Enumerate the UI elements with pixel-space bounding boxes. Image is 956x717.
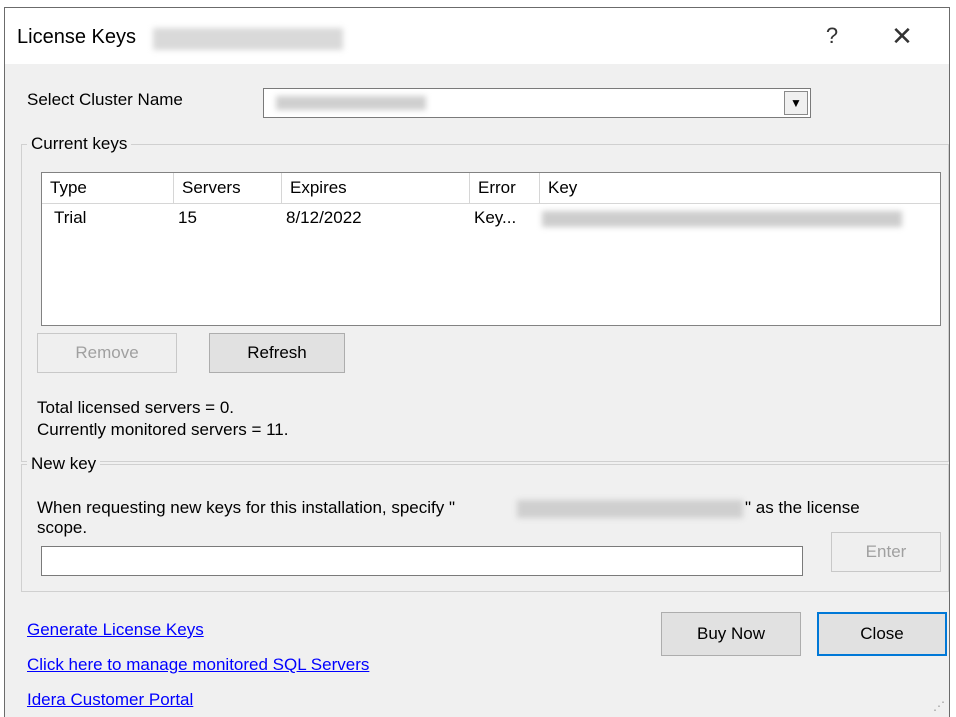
keys-table-header: Type Servers Expires Error Key <box>42 173 940 204</box>
license-keys-dialog: License Keys ? ✕ Select Cluster Name ▼ C… <box>4 7 950 717</box>
customer-portal-link[interactable]: Idera Customer Portal <box>27 690 193 710</box>
title-bar: License Keys ? ✕ <box>5 8 949 64</box>
new-key-instruction-prefix: When requesting new keys for this instal… <box>37 498 456 517</box>
row-servers: 15 <box>178 208 197 227</box>
redacted-license-key <box>542 211 902 227</box>
row-type: Trial <box>54 208 87 227</box>
cluster-select[interactable]: ▼ <box>263 88 811 118</box>
chevron-down-icon[interactable]: ▼ <box>784 91 808 115</box>
resize-grip-icon[interactable]: ⋰ <box>931 699 945 713</box>
new-key-instruction-suffix: " as the license <box>745 498 860 517</box>
help-icon[interactable]: ? <box>817 20 847 52</box>
redacted-cluster-value <box>276 96 426 110</box>
keys-table[interactable]: Type Servers Expires Error Key Trial 15 … <box>41 172 941 326</box>
row-expires: 8/12/2022 <box>286 208 362 227</box>
currently-monitored-servers: Currently monitored servers = 11. <box>37 420 289 439</box>
generate-license-keys-link[interactable]: Generate License Keys <box>27 620 204 640</box>
window-title: License Keys <box>17 26 136 48</box>
redacted-license-scope <box>517 500 743 518</box>
new-key-instruction-line2: scope. <box>37 518 88 537</box>
screen: License Keys ? ✕ Select Cluster Name ▼ C… <box>0 0 956 717</box>
enter-button[interactable]: Enter <box>831 532 941 572</box>
remove-button[interactable]: Remove <box>37 333 177 373</box>
close-button[interactable]: Close <box>817 612 947 656</box>
new-key-input[interactable] <box>41 546 803 576</box>
refresh-button[interactable]: Refresh <box>209 333 345 373</box>
select-cluster-label: Select Cluster Name <box>27 90 183 109</box>
column-header-type[interactable]: Type <box>42 173 174 203</box>
table-row[interactable]: Trial 15 8/12/2022 Key... <box>42 203 940 233</box>
column-header-expires[interactable]: Expires <box>282 173 470 203</box>
column-header-key[interactable]: Key <box>540 173 940 203</box>
manage-monitored-servers-link[interactable]: Click here to manage monitored SQL Serve… <box>27 655 369 675</box>
close-icon[interactable]: ✕ <box>885 20 919 52</box>
buy-now-button[interactable]: Buy Now <box>661 612 801 656</box>
column-header-error[interactable]: Error <box>470 173 540 203</box>
total-licensed-servers: Total licensed servers = 0. <box>37 398 235 417</box>
row-error: Key... <box>474 208 517 227</box>
redacted-cluster-name <box>153 28 343 50</box>
new-key-legend: New key <box>27 454 101 474</box>
column-header-servers[interactable]: Servers <box>174 173 282 203</box>
current-keys-legend: Current keys <box>27 134 132 154</box>
